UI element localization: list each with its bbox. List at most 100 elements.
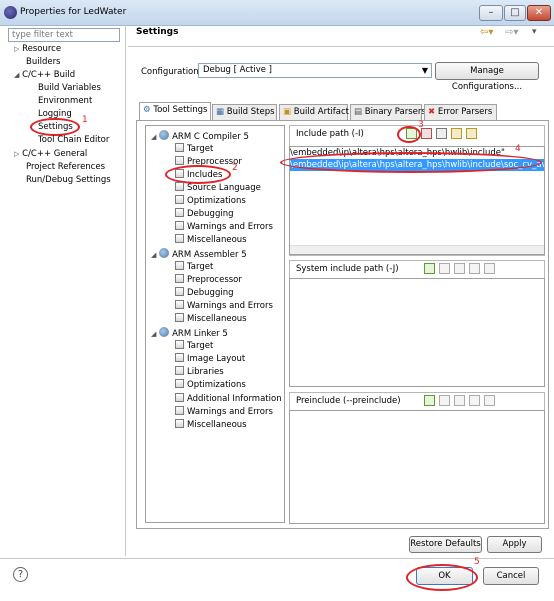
expand-icon[interactable]: ▷ (14, 150, 19, 158)
tree-item-linker-warnings[interactable]: Warnings and Errors (175, 406, 273, 419)
settings-page-icon (175, 234, 184, 243)
preinclude-toolbar (424, 395, 499, 409)
help-icon[interactable]: ? (13, 567, 28, 582)
delete-icon[interactable] (439, 263, 450, 274)
settings-page-icon (175, 274, 184, 283)
cancel-button[interactable]: Cancel (483, 567, 539, 585)
move-up-icon[interactable] (469, 263, 480, 274)
footer-separator (0, 558, 554, 559)
collapse-icon[interactable]: ◢ (14, 71, 19, 79)
apply-button[interactable]: Apply (487, 536, 542, 553)
tree-item-linker-optimizations[interactable]: Optimizations (175, 379, 246, 392)
system-include-toolbar (424, 263, 499, 277)
edit-icon[interactable] (454, 395, 465, 406)
tab-build-steps[interactable]: ▦ Build Steps (212, 104, 277, 120)
manage-configurations-button[interactable]: Manage Configurations... (435, 62, 539, 92)
tab-tool-settings[interactable]: ⚙ Tool Settings (139, 102, 211, 120)
tree-item-compiler-warnings[interactable]: Warnings and Errors (175, 221, 273, 234)
edit-icon[interactable] (436, 128, 447, 139)
tree-item-compiler-target[interactable]: Target (175, 143, 213, 156)
annotation-number-1: 1 (82, 115, 88, 125)
annotation-number-2: 2 (232, 163, 238, 173)
tab-error-parsers[interactable]: ✖ Error Parsers (424, 104, 497, 120)
tool-gear-icon (159, 248, 170, 258)
restore-defaults-button[interactable]: Restore Defaults (409, 536, 482, 553)
tree-item-assembler-target[interactable]: Target (175, 261, 213, 274)
tree-item-linker-target[interactable]: Target (175, 340, 213, 353)
nav-item-ccpp-build[interactable]: ◢ C/C++ Build (14, 69, 75, 82)
add-icon[interactable] (424, 263, 435, 274)
configuration-label: Configuration: (141, 67, 202, 77)
collapse-icon[interactable]: ◢ (151, 133, 156, 141)
tree-item-compiler-source-language[interactable]: Source Language (175, 182, 261, 195)
build-steps-icon: ▦ (216, 107, 225, 117)
tab-build-artifact[interactable]: ▣ Build Artifact (279, 104, 349, 120)
pane-divider[interactable] (125, 24, 126, 556)
filter-input[interactable]: type filter text (8, 28, 120, 42)
settings-page-icon (175, 406, 184, 415)
tool-gear-icon (159, 327, 170, 337)
error-parsers-icon: ✖ (428, 107, 436, 117)
nav-item-resource[interactable]: ▷ Resource (14, 43, 61, 56)
system-include-title: System include path (-J) (296, 264, 399, 274)
tree-item-compiler-optimizations[interactable]: Optimizations (175, 195, 246, 208)
page-title: Settings (136, 27, 179, 37)
collapse-icon[interactable]: ◢ (151, 251, 156, 259)
move-down-icon[interactable] (484, 263, 495, 274)
tree-item-linker-additional-info[interactable]: Additional Information (175, 393, 282, 406)
tree-group-arm-assembler[interactable]: ◢ ARM Assembler 5 (151, 248, 247, 261)
add-icon[interactable] (424, 395, 435, 406)
system-include-list[interactable] (289, 278, 545, 387)
nav-item-ccpp-general[interactable]: ▷ C/C++ General (14, 148, 87, 161)
minimize-button[interactable]: – (479, 5, 503, 21)
settings-page-icon (175, 287, 184, 296)
tree-group-arm-c-compiler[interactable]: ◢ ARM C Compiler 5 (151, 130, 249, 143)
back-arrow-icon[interactable]: ⇦▾ (480, 27, 493, 38)
settings-page-icon (175, 221, 184, 230)
tree-item-assembler-warnings[interactable]: Warnings and Errors (175, 300, 273, 313)
settings-page-icon (175, 300, 184, 309)
tab-binary-parsers[interactable]: ▤ Binary Parsers (350, 104, 426, 120)
forward-arrow-icon[interactable]: ⇨▾ (505, 27, 518, 38)
preinclude-list[interactable] (289, 410, 545, 524)
configuration-select[interactable]: Debug [ Active ] ▼ (198, 63, 432, 78)
horizontal-scrollbar[interactable] (290, 245, 544, 254)
settings-page-icon (175, 353, 184, 362)
annotation-number-4: 4 (515, 144, 521, 154)
tree-item-linker-libraries[interactable]: Libraries (175, 366, 224, 379)
settings-page-icon (175, 156, 184, 165)
title-bar: Properties for LedWater – □ ✕ (0, 0, 554, 26)
move-down-icon[interactable] (484, 395, 495, 406)
binary-parsers-icon: ▤ (354, 107, 363, 117)
annotation-number-5: 5 (474, 557, 480, 567)
edit-icon[interactable] (454, 263, 465, 274)
collapse-icon[interactable]: ◢ (151, 330, 156, 338)
tree-item-linker-miscellaneous[interactable]: Miscellaneous (175, 419, 247, 432)
delete-icon[interactable] (439, 395, 450, 406)
maximize-button[interactable]: □ (504, 5, 526, 21)
tree-item-compiler-miscellaneous[interactable]: Miscellaneous (175, 234, 247, 247)
move-up-icon[interactable] (451, 128, 462, 139)
expand-icon[interactable]: ▷ (14, 45, 19, 53)
nav-item-project-references[interactable]: Project References (26, 161, 105, 174)
tree-item-assembler-miscellaneous[interactable]: Miscellaneous (175, 313, 247, 326)
include-path-title: Include path (-I) (296, 129, 364, 139)
move-up-icon[interactable] (469, 395, 480, 406)
move-down-icon[interactable] (466, 128, 477, 139)
tree-item-linker-image-layout[interactable]: Image Layout (175, 353, 245, 366)
tree-group-arm-linker[interactable]: ◢ ARM Linker 5 (151, 327, 228, 340)
tree-item-assembler-preprocessor[interactable]: Preprocessor (175, 274, 242, 287)
settings-page-icon (175, 340, 184, 349)
view-menu-icon[interactable]: ▾ (532, 27, 537, 37)
tree-item-compiler-debugging[interactable]: Debugging (175, 208, 234, 221)
settings-page-icon (175, 313, 184, 322)
annotation-number-3: 3 (418, 120, 424, 130)
nav-item-tool-chain-editor[interactable]: Tool Chain Editor (38, 134, 109, 147)
nav-item-environment[interactable]: Environment (38, 95, 92, 108)
close-button[interactable]: ✕ (527, 5, 551, 21)
nav-item-run-debug-settings[interactable]: Run/Debug Settings (26, 174, 111, 187)
settings-page-icon (175, 208, 184, 217)
nav-item-build-variables[interactable]: Build Variables (38, 82, 101, 95)
nav-item-builders[interactable]: Builders (26, 56, 61, 69)
tree-item-assembler-debugging[interactable]: Debugging (175, 287, 234, 300)
